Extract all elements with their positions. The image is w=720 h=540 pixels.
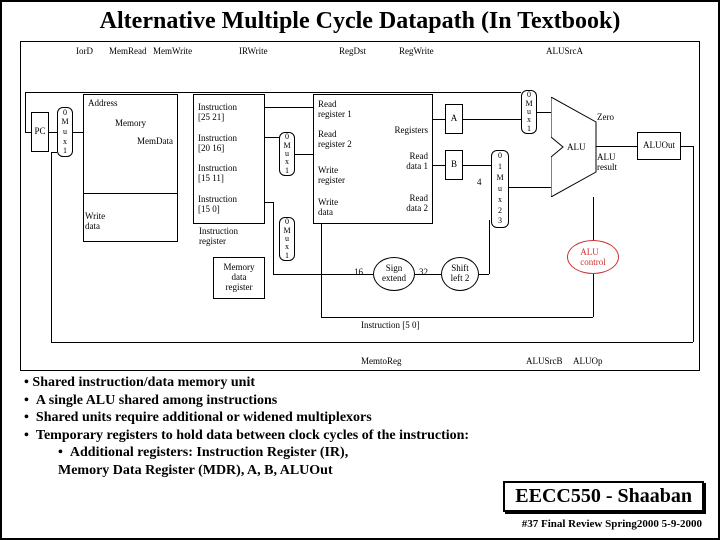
rf-rd2: Read data 2 [406,193,428,213]
ir-caption: Instruction register [199,226,238,246]
memory-block: Address Memory MemData [83,94,178,194]
mem-writedata: Write data [83,207,123,237]
sig-regdst: RegDst [339,46,366,56]
rf-wd: Write data [318,197,338,217]
sign-extend: Sign extend [373,257,415,291]
b-register: B [445,150,463,180]
se-32: 32 [419,267,428,277]
a-register: A [445,104,463,134]
mux-memtoreg: 0 M u x 1 [279,217,295,261]
pc-register: PC [31,112,49,152]
bullet-3: • Shared units require additional or wid… [24,409,469,427]
alu-label: ALU [567,142,586,152]
bullet-4b: Memory Data Register (MDR), A, B, ALUOut [58,462,469,480]
slide-title: Alternative Multiple Cycle Datapath (In … [2,2,718,37]
sig-memtoreg: MemtoReg [361,356,402,366]
alu-result: ALU result [597,152,617,172]
rf-rr1: Read register 1 [318,99,352,119]
register-file: Read register 1 Read register 2 Register… [313,94,433,224]
sig-alusrcb: ALUSrcB [526,356,563,366]
bullet-list: • Shared instruction/data memory unit • … [24,374,469,479]
footer-line: #37 Final Review Spring2000 5-9-2000 [522,518,702,530]
instr-5-0: Instruction [5 0] [361,320,420,330]
rf-rd1: Read data 1 [406,151,428,171]
sig-regwrite: RegWrite [399,46,434,56]
bullet-2: • A single ALU shared among instructions [24,392,469,410]
se-16: 16 [354,267,363,277]
bullet-4: • Temporary registers to hold data betwe… [24,427,469,445]
sig-alusrca: ALUSrcA [546,46,583,56]
memory-data-register: Memory data register [213,257,265,299]
aluout-register: ALUOut [637,132,681,160]
sig-memread: MemRead [109,46,147,56]
alu-zero: Zero [597,112,614,122]
alu-control: ALU control [567,240,619,274]
rf-caption: Registers [395,125,429,135]
bullet-1: • Shared instruction/data memory unit [24,374,469,392]
slide: Alternative Multiple Cycle Datapath (In … [0,0,720,540]
mux-alusrca: 0 M u x 1 [521,90,537,134]
mux-alusrcb: 0 1 M u x 2 3 [491,150,509,228]
sig-memwrite: MemWrite [153,46,192,56]
mux-iord: 0 M u x 1 [57,107,73,157]
rf-wr: Write register [318,165,345,185]
shift-left-2: Shift left 2 [441,257,479,291]
mem-memdata: MemData [137,137,173,147]
mem-label: Memory [115,119,146,129]
sig-irwrite: IRWrite [239,46,268,56]
rf-rr2: Read register 2 [318,129,352,149]
bullet-4a: • Additional registers: Instruction Regi… [58,444,469,462]
footer-course: EECC550 - Shaaban [503,481,704,512]
datapath-diagram: IorD MemRead MemWrite IRWrite RegDst Reg… [20,41,700,371]
sig-iord: IorD [76,46,93,56]
mem-address: Address [88,99,118,109]
mux-regdst: 0 M u x 1 [279,132,295,176]
sig-aluop: ALUOp [573,356,603,366]
instruction-register: Instruction[25 21] Instruction[20 16] In… [193,94,265,224]
const-4: 4 [477,177,482,187]
